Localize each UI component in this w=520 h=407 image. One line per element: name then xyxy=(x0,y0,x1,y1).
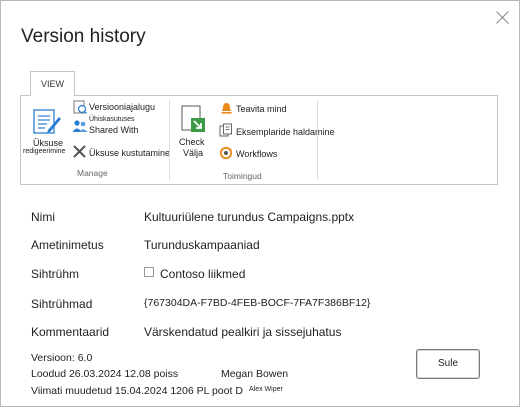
close-button[interactable]: Sule xyxy=(416,349,480,379)
field-value-comments: Värskendatud pealkiri ja sissejuhatus xyxy=(144,325,342,339)
actions-group-label: Toimingud xyxy=(223,171,262,181)
edit-item-icon xyxy=(33,109,61,134)
check-out-icon xyxy=(181,105,205,132)
delete-icon xyxy=(73,145,86,158)
shared-with-label-1: Ühiskasutuses xyxy=(89,116,135,123)
version-text: Versioon: 6.0 xyxy=(31,352,93,364)
field-label-title: Ametinimetus xyxy=(31,238,104,252)
delete-item-label: Üksuse kustutamine xyxy=(89,148,171,158)
alert-me-label: Teavita mind xyxy=(236,104,287,114)
version-history-icon xyxy=(73,100,87,114)
close-icon[interactable] xyxy=(494,9,512,27)
shared-with-label-2: Shared With xyxy=(89,125,139,135)
check-out-label-2: Välja xyxy=(183,148,204,158)
workflows-icon xyxy=(219,146,233,160)
field-label-audience: Sihtrühm xyxy=(31,267,80,281)
audience-value-text: Contoso liikmed xyxy=(160,267,246,281)
field-label-comments: Kommentaarid xyxy=(31,325,110,339)
bell-icon xyxy=(221,103,232,114)
created-by-link[interactable]: Megan Bowen xyxy=(221,368,288,380)
edit-item-label: Üksuse xyxy=(33,138,64,148)
version-history-dialog: Version history VIEW Üksuse redigeerimin… xyxy=(0,0,520,407)
copies-icon xyxy=(219,123,232,137)
field-label-audiences: Sihtrühmad xyxy=(31,297,93,311)
field-label-name: Nimi xyxy=(31,210,55,224)
field-value-audiences: {767304DA-F7BD-4FEB-BOCF-7FA7F386BF12} xyxy=(144,297,371,309)
field-value-title: Turunduskampaaniad xyxy=(144,238,260,252)
field-value-audience: Contoso liikmed xyxy=(144,267,245,281)
ribbon: Üksuse redigeerimine Versiooniajalugu Üh… xyxy=(20,95,498,185)
edit-item-label-2: redigeerimine xyxy=(23,148,66,155)
tab-view[interactable]: VIEW xyxy=(30,71,75,96)
workflows-label: Workflows xyxy=(236,149,278,159)
manage-group-label: Manage xyxy=(77,168,108,178)
check-out-label-1: Check xyxy=(179,137,205,147)
version-history-label: Versiooniajalugu xyxy=(89,102,156,112)
created-text: Loodud 26.03.2024 12.08 poiss xyxy=(31,368,179,380)
modified-text: Viimati muudetud 15.04.2024 1206 PL poot… xyxy=(31,385,243,397)
field-value-name: Kultuuriülene turundus Campaigns.pptx xyxy=(144,210,355,224)
group-divider xyxy=(169,100,170,180)
audience-checkbox xyxy=(144,267,154,277)
group-divider xyxy=(317,100,318,180)
modified-by-link[interactable]: Alex Wiper xyxy=(249,386,283,393)
dialog-title: Version history xyxy=(21,26,146,47)
shared-with-icon xyxy=(72,120,88,132)
manage-copies-label: Eksemplaride haldamine xyxy=(236,127,335,137)
